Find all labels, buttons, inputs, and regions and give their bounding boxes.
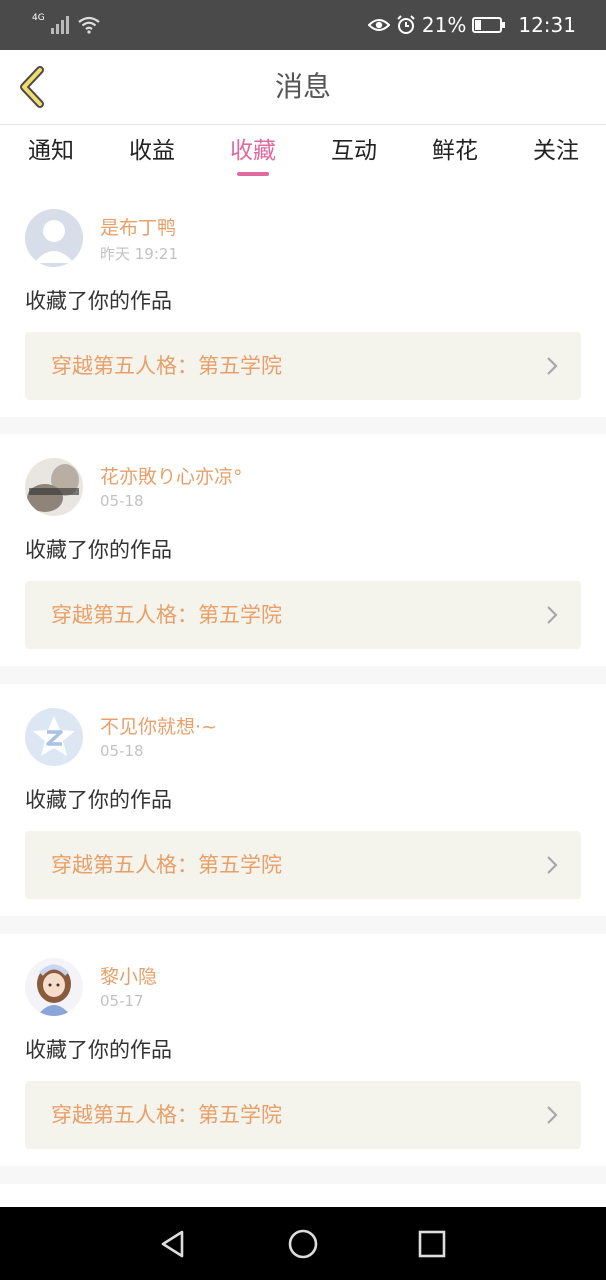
tab-bar: 通知 收益 收藏 互动 鲜花 关注 <box>0 125 606 185</box>
avatar[interactable] <box>25 958 83 1016</box>
z-logo-avatar-icon <box>25 708 83 766</box>
list-item: 不见你就想·~ 05-18 收藏了你的作品 穿越第五人格：第五学院 <box>0 684 606 916</box>
wifi-icon <box>78 16 100 34</box>
top-bar: 消息 <box>0 50 606 125</box>
signal-icon <box>50 16 69 34</box>
tab-label: 收藏 <box>230 138 276 164</box>
tab-label: 鲜花 <box>432 138 478 164</box>
network-type: 4G <box>32 13 45 23</box>
active-tab-indicator <box>237 172 269 176</box>
timestamp: 05-18 <box>100 492 144 510</box>
battery-icon <box>472 17 506 33</box>
list-item: 是布丁鸭 昨天 19:21 收藏了你的作品 穿越第五人格：第五学院 <box>0 185 606 417</box>
username[interactable]: 黎小隐 <box>100 962 157 989</box>
system-nav-bar <box>0 1207 606 1280</box>
timestamp: 05-17 <box>100 992 144 1010</box>
nav-home-icon[interactable] <box>286 1227 320 1261</box>
tab-label: 关注 <box>533 138 579 164</box>
tab-label: 通知 <box>28 138 74 164</box>
work-link[interactable]: 穿越第五人格：第五学院 <box>25 831 581 899</box>
username[interactable]: 花亦敗り心亦凉° <box>100 462 243 489</box>
tab-interactions[interactable]: 互动 <box>303 125 405 185</box>
action-text: 收藏了你的作品 <box>25 788 172 812</box>
anime-girl-avatar-icon <box>25 958 83 1016</box>
photo-avatar-icon <box>25 458 83 516</box>
work-link[interactable]: 穿越第五人格：第五学院 <box>25 332 581 400</box>
avatar[interactable] <box>25 708 83 766</box>
action-text: 收藏了你的作品 <box>25 289 172 313</box>
work-title: 穿越第五人格：第五学院 <box>51 853 282 877</box>
status-bar: 4G 21% 12:31 <box>0 0 606 50</box>
work-title: 穿越第五人格：第五学院 <box>51 1103 282 1127</box>
list-item: 花亦敗り心亦凉° 05-18 收藏了你的作品 穿越第五人格：第五学院 <box>0 434 606 666</box>
tab-flowers[interactable]: 鲜花 <box>404 125 506 185</box>
tab-earnings[interactable]: 收益 <box>101 125 203 185</box>
tab-label: 互动 <box>331 138 377 164</box>
username[interactable]: 是布丁鸭 <box>100 213 176 240</box>
eye-icon <box>367 19 390 31</box>
work-title: 穿越第五人格：第五学院 <box>51 603 282 627</box>
timestamp: 05-18 <box>100 742 144 760</box>
work-link[interactable]: 穿越第五人格：第五学院 <box>25 581 581 649</box>
default-avatar-icon <box>25 209 83 267</box>
work-title: 穿越第五人格：第五学院 <box>51 354 282 378</box>
action-text: 收藏了你的作品 <box>25 538 172 562</box>
battery-percent: 21% <box>421 13 467 37</box>
avatar[interactable] <box>25 458 83 516</box>
page-title: 消息 <box>274 70 331 103</box>
chevron-right-icon <box>547 357 558 375</box>
chevron-right-icon <box>547 1106 558 1124</box>
username[interactable]: 不见你就想·~ <box>100 712 217 739</box>
clock: 12:31 <box>518 13 576 37</box>
tab-follows[interactable]: 关注 <box>505 125 606 185</box>
timestamp: 昨天 19:21 <box>100 245 178 263</box>
avatar[interactable] <box>25 209 83 267</box>
tab-favorites[interactable]: 收藏 <box>202 125 304 185</box>
list-item: 黎小隐 05-17 收藏了你的作品 穿越第五人格：第五学院 <box>0 934 606 1166</box>
nav-back-icon[interactable] <box>156 1227 190 1261</box>
tab-label: 收益 <box>129 138 175 164</box>
tab-notifications[interactable]: 通知 <box>0 125 102 185</box>
action-text: 收藏了你的作品 <box>25 1038 172 1062</box>
chevron-right-icon <box>547 856 558 874</box>
list-item <box>0 1184 606 1207</box>
chevron-right-icon <box>547 606 558 624</box>
work-link[interactable]: 穿越第五人格：第五学院 <box>25 1081 581 1149</box>
nav-recents-icon[interactable] <box>415 1227 449 1261</box>
alarm-icon <box>397 15 415 34</box>
